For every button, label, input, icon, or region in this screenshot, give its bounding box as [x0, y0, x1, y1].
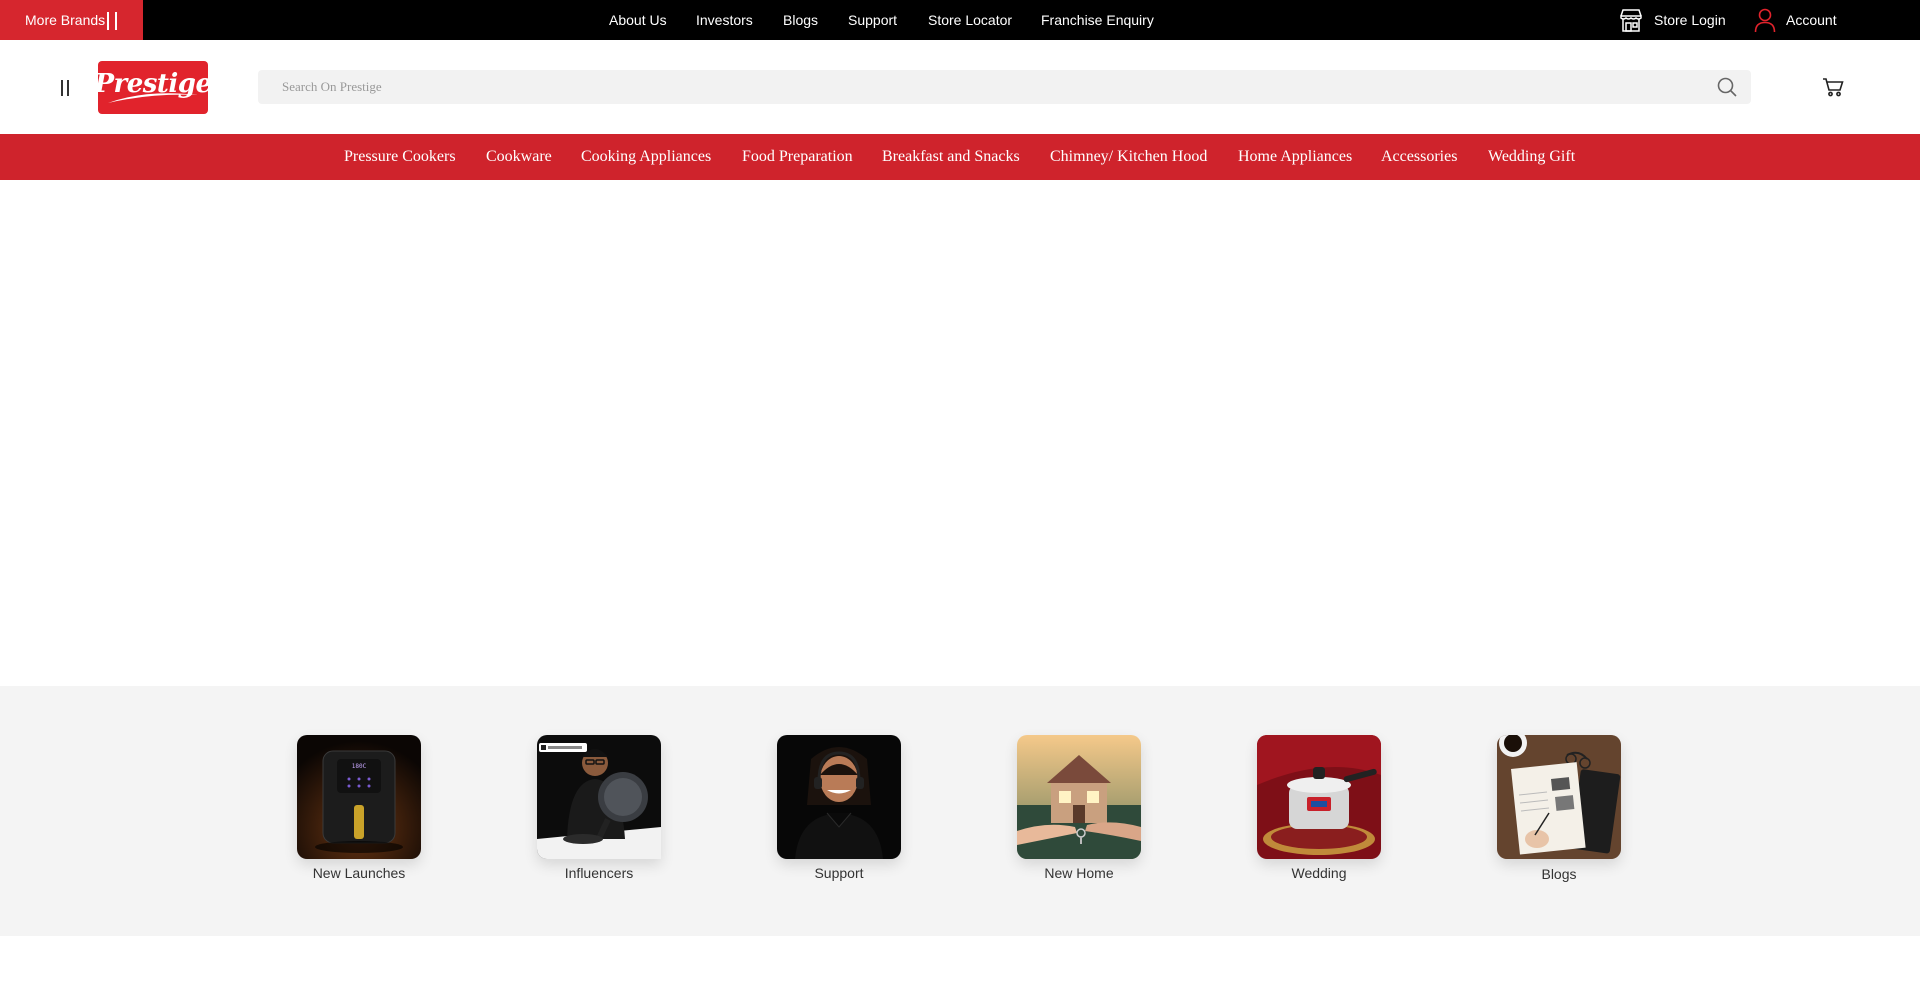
- air-fryer-image: 180C: [297, 735, 421, 859]
- search-icon[interactable]: [1717, 77, 1737, 102]
- nav-item-cookware[interactable]: Cookware: [486, 134, 552, 180]
- tile-label: Wedding: [1291, 865, 1347, 881]
- account-label: Account: [1786, 12, 1837, 28]
- nav-item-chimney-kitchen-hood[interactable]: Chimney/ Kitchen Hood: [1050, 134, 1207, 180]
- house-keys-image: [1017, 735, 1141, 859]
- prestige-logo[interactable]: Prestige: [98, 61, 208, 114]
- nav-item-pressure-cookers[interactable]: Pressure Cookers: [344, 134, 456, 180]
- support-agent-image: [777, 735, 901, 859]
- nav-item-cooking-appliances[interactable]: Cooking Appliances: [581, 134, 711, 180]
- nav-item-accessories[interactable]: Accessories: [1381, 134, 1457, 180]
- top-link-franchise-enquiry[interactable]: Franchise Enquiry: [1041, 12, 1154, 28]
- store-icon: [1618, 7, 1644, 33]
- hero-banner-area: [0, 180, 1920, 686]
- top-link-about-us[interactable]: About Us: [609, 12, 667, 28]
- search-input[interactable]: [258, 70, 1698, 104]
- store-login-label: Store Login: [1654, 12, 1726, 28]
- tile-label: New Launches: [312, 865, 406, 881]
- more-brands-button[interactable]: More Brands: [0, 0, 143, 40]
- tile-label: New Home: [1044, 865, 1114, 881]
- category-tiles-strip: 180C New Launches Influencers Support Ne…: [0, 686, 1920, 936]
- user-icon: [1754, 7, 1776, 33]
- nav-item-wedding-gift[interactable]: Wedding Gift: [1488, 134, 1575, 180]
- top-links-group: Store Locator: [928, 0, 1012, 40]
- divider: [115, 12, 118, 31]
- store-login-link[interactable]: Store Login: [1618, 7, 1726, 33]
- top-links-group: Investors: [696, 0, 753, 40]
- top-utility-bar: More Brands About Us Investors Blogs Sup…: [0, 0, 1920, 40]
- influencer-with-pan-image: [537, 735, 661, 859]
- svg-text:180C: 180C: [352, 763, 367, 770]
- tile-label: Blogs: [1541, 866, 1577, 882]
- tile-label: Support: [814, 865, 864, 881]
- tile-label: Influencers: [564, 865, 634, 881]
- account-link[interactable]: Account: [1754, 7, 1837, 33]
- cart-icon[interactable]: [1822, 77, 1844, 102]
- top-links-group: Support: [848, 0, 897, 40]
- nav-item-breakfast-and-snacks[interactable]: Breakfast and Snacks: [882, 134, 1020, 180]
- top-link-blogs[interactable]: Blogs: [783, 12, 818, 28]
- top-links-group: Blogs: [783, 0, 818, 40]
- logo-swoosh: [108, 93, 198, 103]
- category-nav: Pressure Cookers Cookware Cooking Applia…: [0, 134, 1920, 180]
- top-link-investors[interactable]: Investors: [696, 12, 753, 28]
- top-right-group: Store Login: [1618, 0, 1726, 40]
- nav-item-food-preparation[interactable]: Food Preparation: [742, 134, 853, 180]
- more-brands-label: More Brands: [25, 12, 106, 28]
- menu-icon[interactable]: [59, 80, 71, 96]
- top-links-group: Franchise Enquiry: [1041, 0, 1154, 40]
- text-caret: [107, 12, 110, 31]
- top-link-support[interactable]: Support: [848, 12, 897, 28]
- search-bar: [258, 70, 1751, 104]
- top-links: About Us: [609, 0, 667, 40]
- notebook-desk-image: [1497, 735, 1621, 859]
- top-right-group: Account: [1754, 0, 1837, 40]
- main-header: Prestige: [0, 40, 1920, 134]
- nav-item-home-appliances[interactable]: Home Appliances: [1238, 134, 1352, 180]
- wedding-pressure-cooker-image: [1257, 735, 1381, 859]
- top-link-store-locator[interactable]: Store Locator: [928, 12, 1012, 28]
